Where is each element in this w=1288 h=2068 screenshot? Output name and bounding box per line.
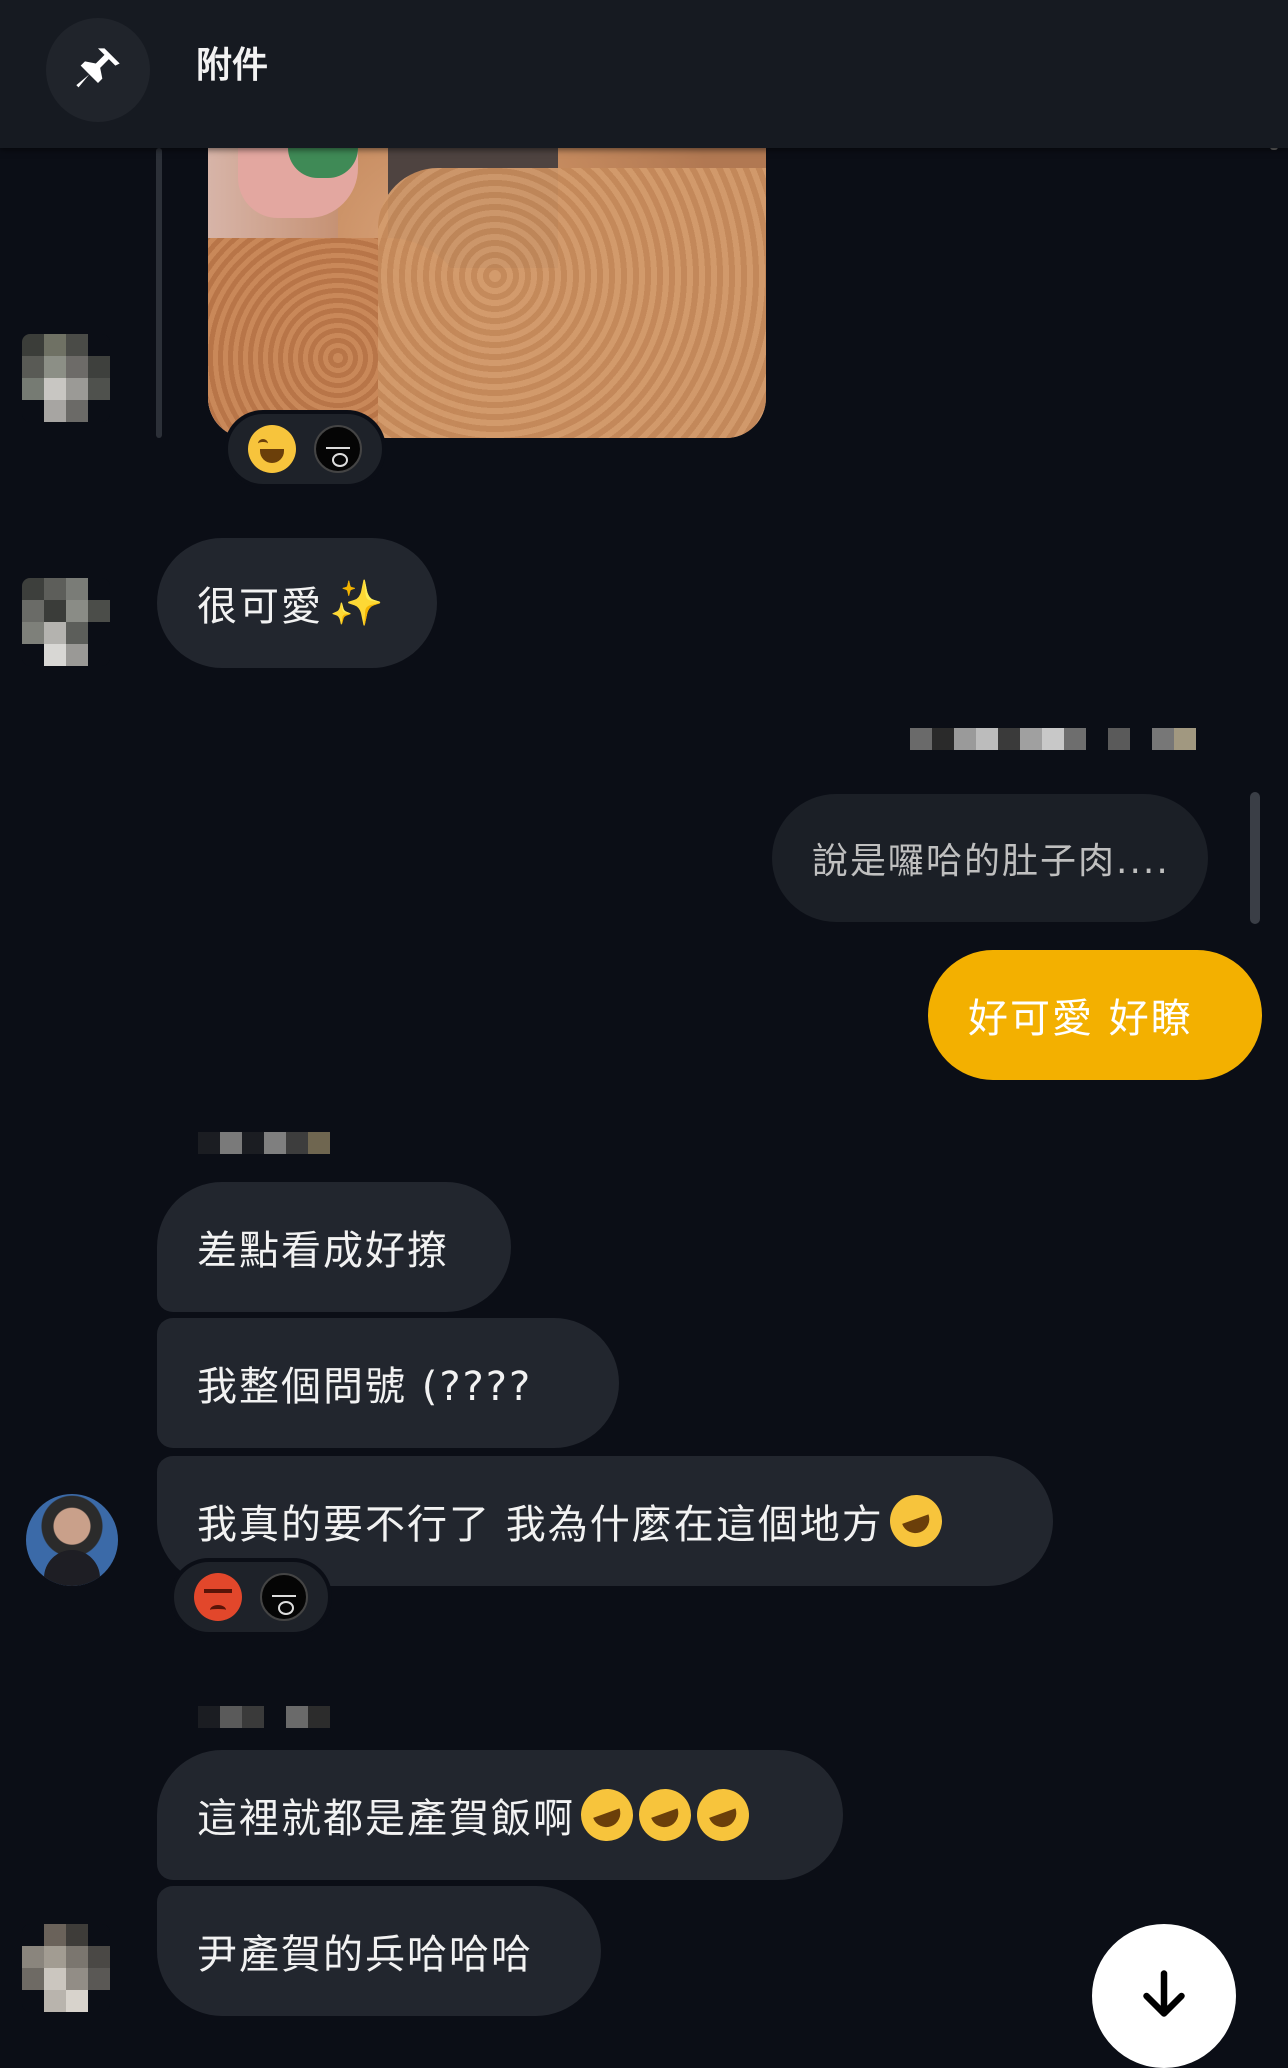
arrow-down-icon: [1143, 1970, 1185, 2017]
sender-name-obscured: [198, 1122, 352, 1164]
message-text: 這裡就都是產賀飯啊: [197, 1796, 575, 1842]
message-bubble[interactable]: 尹產賀的兵哈哈哈: [157, 1886, 601, 2016]
rofl-emoji-icon: [882, 1487, 950, 1555]
header-title: 附件: [196, 45, 269, 86]
my-message-bubble[interactable]: 好可愛 好瞭: [928, 950, 1262, 1080]
reply-quote[interactable]: 說是囉哈的肚子肉....: [772, 794, 1208, 922]
pin-icon: [76, 48, 120, 88]
attachments-header: 附件: [0, 0, 1288, 148]
message-text: 很可愛: [197, 584, 323, 630]
avatar[interactable]: [22, 578, 110, 666]
pin-button[interactable]: [46, 18, 150, 122]
image-region: [378, 168, 766, 438]
rofl-emoji-icon: [631, 1781, 699, 1849]
message-text: 差點看成好撩: [197, 1228, 449, 1274]
message-bubble[interactable]: 差點看成好撩: [157, 1182, 511, 1312]
message-text: 尹產賀的兵哈哈哈: [197, 1932, 533, 1978]
message-text: 我真的要不行了 我為什麼在這個地方: [197, 1502, 884, 1548]
sender-name-obscured: [198, 1696, 330, 1738]
sparkles-icon: ✨: [329, 578, 386, 629]
rofl-emoji-icon: [573, 1781, 641, 1849]
quoted-text: 說是囉哈的肚子肉....: [812, 841, 1170, 882]
reaction-bar[interactable]: [170, 1558, 332, 1636]
sticker-face-icon: [314, 425, 362, 473]
avatar[interactable]: [26, 1494, 118, 1586]
rofl-emoji-icon: [689, 1781, 757, 1849]
thread-line: [156, 148, 162, 438]
angry-emoji-icon: [194, 1573, 242, 1621]
message-text: 我整個問號 (????: [197, 1364, 533, 1410]
reaction-bar[interactable]: [224, 410, 386, 488]
avatar[interactable]: [22, 1924, 110, 2012]
message-bubble[interactable]: 這裡就都是產賀飯啊: [157, 1750, 843, 1880]
scroll-to-bottom-button[interactable]: [1092, 1924, 1236, 2068]
reply-indicator-bar: [1250, 792, 1260, 924]
laughing-emoji-icon: [248, 425, 296, 473]
message-bubble[interactable]: 很可愛 ✨: [157, 538, 437, 668]
sticker-face-icon: [260, 1573, 308, 1621]
message-bubble[interactable]: 我整個問號 (????: [157, 1318, 619, 1448]
message-text: 好可愛 好瞭: [968, 996, 1193, 1042]
sender-name-obscured: [910, 718, 1196, 760]
avatar[interactable]: [22, 334, 110, 422]
image-message[interactable]: [208, 148, 766, 438]
